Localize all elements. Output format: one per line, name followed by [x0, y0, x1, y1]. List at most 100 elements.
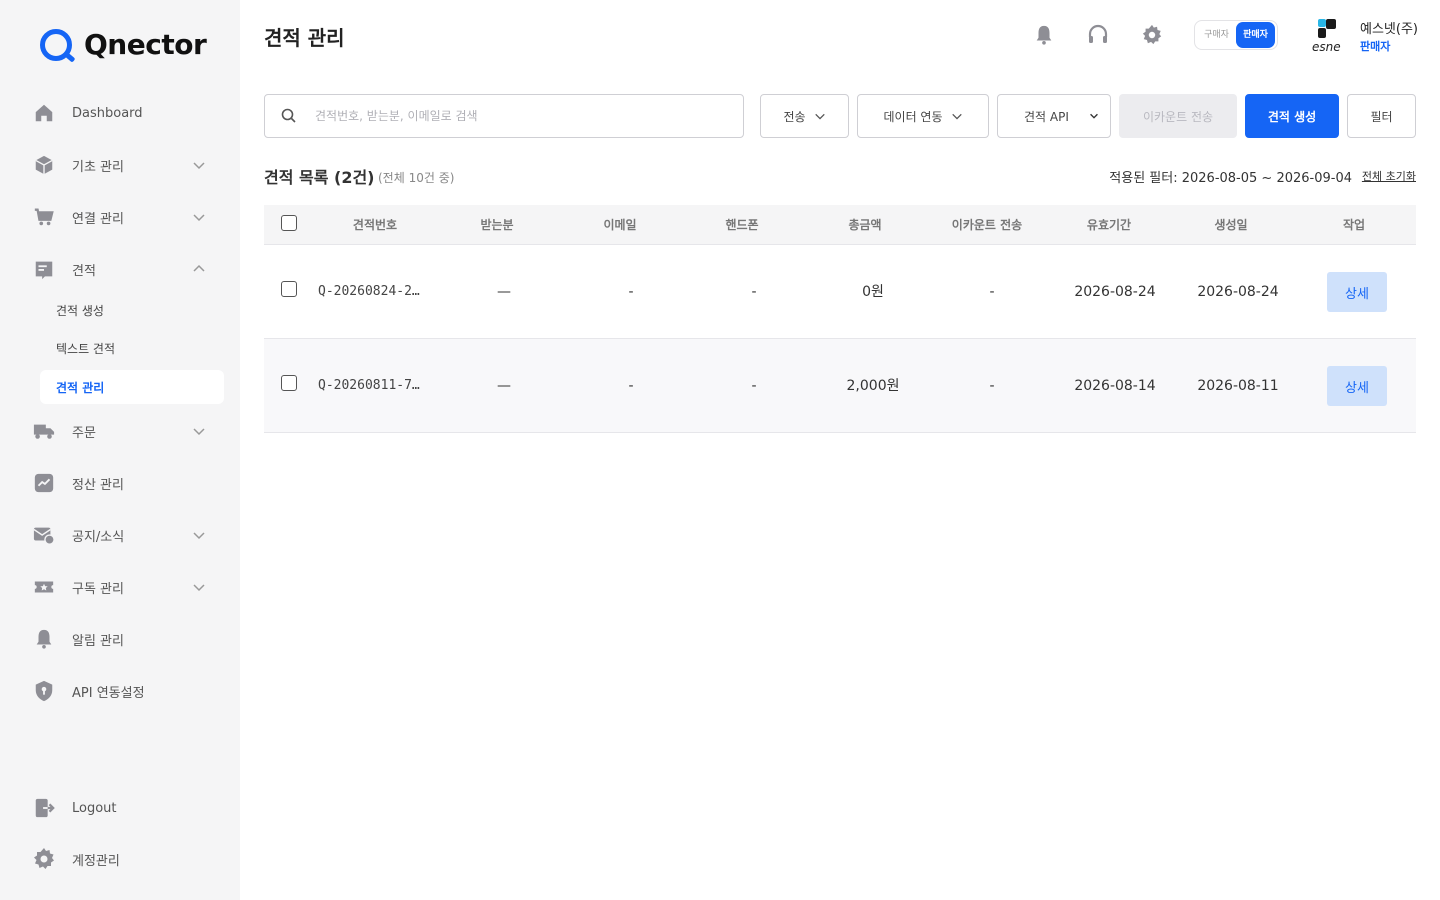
logout-button[interactable]: Logout — [32, 792, 222, 824]
data-link-dropdown-button[interactable]: 데이터 연동 — [857, 94, 989, 138]
account-settings-label: 계정관리 — [72, 853, 120, 869]
search-input[interactable] — [315, 109, 715, 123]
home-icon — [32, 101, 56, 125]
select-chevron-icon — [1090, 113, 1098, 119]
sidebar-item-settlement[interactable]: 정산 관리 — [32, 467, 222, 499]
applied-filter-info: 적용된 필터: 2026-08-05 ~ 2026-09-04 — [1109, 171, 1352, 186]
chevron-down-icon — [193, 532, 205, 540]
sidebar-item-label: 견적 — [72, 263, 96, 279]
sidebar-item-subscription[interactable]: 구독 관리 — [32, 571, 222, 603]
row-checkbox[interactable] — [281, 375, 297, 391]
sidebar-item-alert[interactable]: 알림 관리 — [32, 623, 222, 655]
qnector-logo[interactable]: Qnector — [40, 28, 207, 61]
chevron-down-icon — [193, 214, 205, 222]
logo-text: Qnector — [84, 28, 207, 61]
search-box[interactable] — [264, 94, 744, 138]
chevron-down-icon — [193, 162, 205, 170]
quote-api-select[interactable]: 견적 API — [997, 94, 1111, 138]
sidebar-item-label: API 연동설정 — [72, 685, 145, 701]
data-link-label: 데이터 연동 — [883, 109, 943, 124]
box-icon — [32, 153, 56, 177]
create-quote-button[interactable]: 견적 생성 — [1245, 94, 1339, 138]
column-header: 유효기간 — [1086, 218, 1132, 232]
page-title: 견적 관리 — [264, 26, 345, 50]
chevron-up-icon — [193, 264, 205, 272]
sidebar-item-order[interactable]: 주문 — [32, 415, 222, 447]
column-header: 생성일 — [1214, 218, 1248, 232]
row-checkbox[interactable] — [281, 281, 297, 297]
sidebar-item-basic[interactable]: 기초 관리 — [32, 149, 222, 181]
chevron-down-icon — [814, 113, 825, 120]
reset-all-filters-link[interactable]: 전체 초기화 — [1362, 168, 1416, 184]
select-all-checkbox[interactable] — [281, 215, 297, 231]
column-header: 핸드폰 — [725, 218, 759, 232]
sidebar-item-api[interactable]: API 연동설정 — [32, 675, 222, 707]
logout-label: Logout — [72, 800, 117, 816]
sidebar-item-connection[interactable]: 연결 관리 — [32, 201, 222, 233]
role-seller-option[interactable]: 판매자 — [1236, 22, 1275, 48]
filter-button[interactable]: 필터 — [1347, 94, 1416, 138]
role-buyer-option[interactable]: 구매자 — [1197, 22, 1236, 48]
company-name: 예스넷(주) — [1360, 22, 1418, 37]
sidebar-item-label: 연결 관리 — [72, 211, 124, 227]
send-label: 전송 — [783, 109, 806, 124]
gear-icon — [32, 847, 56, 871]
quote-number: Q-20260824-2… — [318, 284, 420, 299]
table-row[interactable]: Q-20260811-7… — - - 2,000원 - 2026-08-14 … — [264, 339, 1416, 433]
sidebar-item-label: 알림 관리 — [72, 633, 124, 649]
search-icon — [281, 108, 296, 123]
support-headset-icon[interactable] — [1085, 22, 1111, 48]
bell-icon — [32, 627, 56, 651]
sidebar-subitem-text-quote[interactable]: 텍스트 견적 — [40, 331, 224, 365]
sidebar-item-quote[interactable]: 견적 — [32, 253, 222, 285]
sidebar-item-label: 기초 관리 — [72, 159, 124, 175]
created-date: 2026-08-11 — [1197, 378, 1279, 394]
sidebar-subitem-quote-create[interactable]: 견적 생성 — [40, 293, 224, 327]
sidebar-item-label: Dashboard — [72, 105, 143, 121]
sidebar-subitem-quote-manage[interactable]: 견적 관리 — [40, 370, 224, 404]
phone: - — [751, 378, 757, 394]
sidebar-item-label: 공지/소식 — [72, 529, 125, 545]
detail-button[interactable]: 상세 — [1327, 366, 1387, 406]
sidebar-item-dashboard[interactable]: Dashboard — [32, 97, 222, 129]
cart-icon — [32, 205, 56, 229]
logout-icon — [32, 796, 56, 820]
quote-api-label: 견적 API — [1024, 109, 1069, 124]
column-header: 받는분 — [480, 218, 514, 232]
sidebar-item-notice[interactable]: 공지/소식 — [32, 519, 222, 551]
company-logo: esne — [1312, 18, 1352, 54]
created-date: 2026-08-24 — [1197, 284, 1279, 300]
shield-lock-icon — [32, 679, 56, 703]
settings-gear-icon[interactable] — [1139, 22, 1165, 48]
valid-until: 2026-08-14 — [1074, 378, 1156, 394]
receipt-icon — [32, 257, 56, 281]
recipient: — — [497, 284, 511, 300]
column-header: 이카운트 전송 — [951, 218, 1023, 232]
send-dropdown-button[interactable]: 전송 — [760, 94, 849, 138]
list-title: 견적 목록 (2건) — [264, 168, 375, 187]
sidebar: Qnector Dashboard 기초 관리 연결 관리 견적 견적 생성 텍… — [0, 0, 240, 900]
quote-number: Q-20260811-7… — [318, 378, 420, 393]
detail-button[interactable]: 상세 — [1327, 272, 1387, 312]
chevron-down-icon — [951, 113, 962, 120]
sidebar-item-label: 주문 — [72, 425, 96, 441]
chart-icon — [32, 471, 56, 495]
ecount-send-button[interactable]: 이카운트 전송 — [1119, 94, 1237, 138]
column-header: 총금액 — [848, 218, 882, 232]
ticket-star-icon — [32, 575, 56, 599]
total-amount: 0원 — [862, 284, 884, 300]
role-toggle[interactable]: 구매자 판매자 — [1194, 20, 1278, 50]
chevron-down-icon — [193, 428, 205, 436]
notification-bell-icon[interactable] — [1031, 22, 1057, 48]
phone: - — [751, 284, 757, 300]
ecount-status: - — [989, 284, 995, 300]
table-row[interactable]: Q-20260824-2… — - - 0원 - 2026-08-24 2026… — [264, 245, 1416, 339]
column-header: 견적번호 — [352, 218, 398, 232]
sidebar-item-label: 구독 관리 — [72, 581, 124, 597]
sidebar-item-label: 정산 관리 — [72, 477, 124, 493]
ecount-status: - — [989, 378, 995, 394]
recipient: — — [497, 378, 511, 394]
account-settings-button[interactable]: 계정관리 — [32, 843, 222, 875]
chevron-down-icon — [193, 584, 205, 592]
mail-icon — [32, 523, 56, 547]
